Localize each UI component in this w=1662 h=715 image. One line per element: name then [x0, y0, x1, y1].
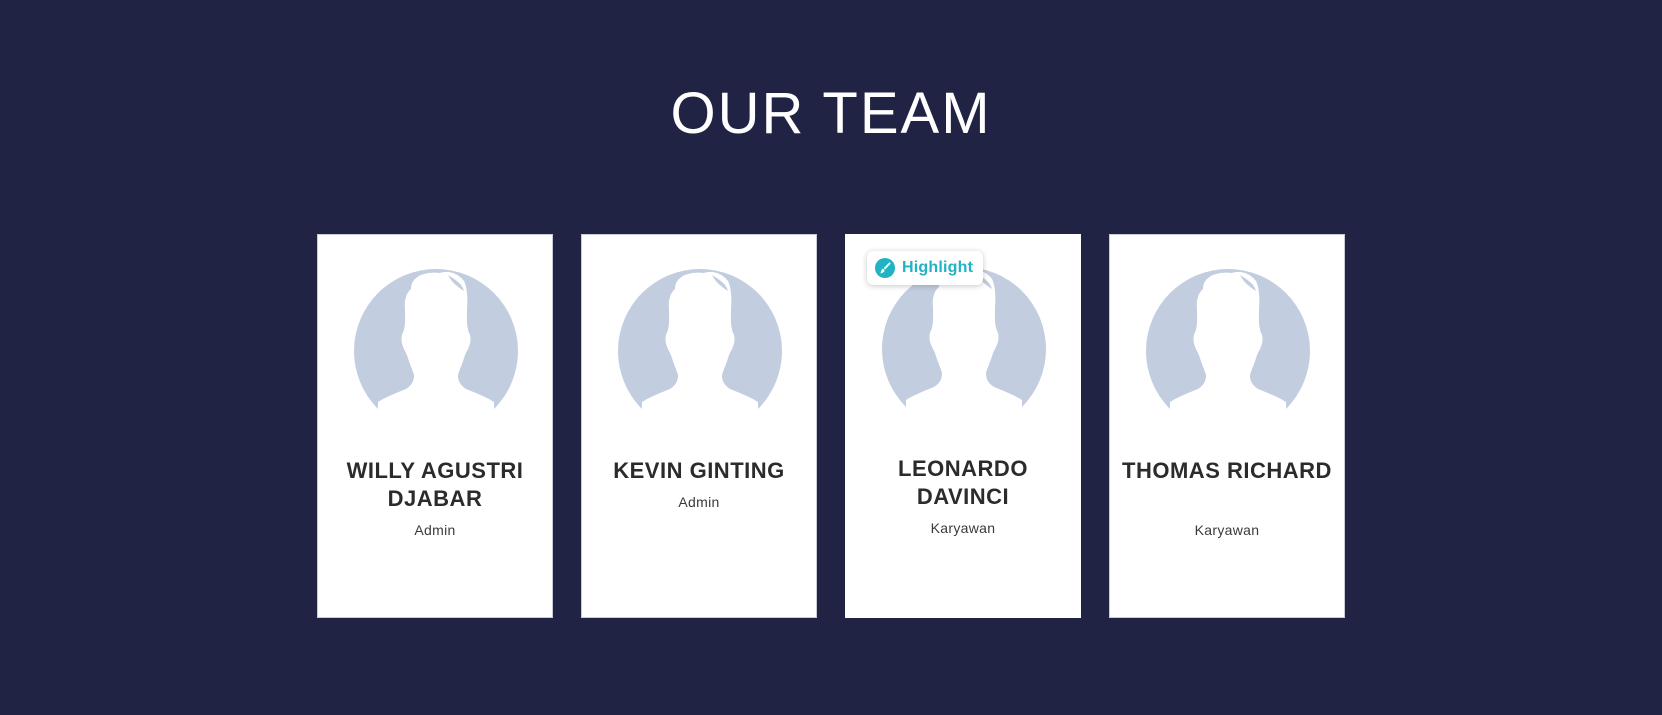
member-role: Admin [414, 522, 456, 538]
member-role: Karyawan [1194, 522, 1260, 538]
member-name: KEVIN GINTING [613, 458, 785, 483]
brush-icon [875, 258, 895, 278]
member-name: THOMAS RICHARD [1122, 458, 1332, 483]
member-role: Karyawan [930, 520, 996, 536]
avatar-placeholder [1146, 269, 1310, 411]
person-silhouette-icon [882, 267, 1046, 409]
team-section: OUR TEAM WILLY AGUSTRI DJABAR Admin KEVI… [0, 0, 1662, 715]
highlight-button[interactable]: Highlight [867, 251, 984, 285]
person-silhouette-icon [618, 269, 782, 411]
person-silhouette-icon [354, 269, 518, 411]
avatar-placeholder [618, 269, 782, 411]
person-silhouette-icon [1146, 269, 1310, 411]
section-title: OUR TEAM [670, 81, 992, 146]
team-card-willy: WILLY AGUSTRI DJABAR Admin [317, 234, 553, 618]
member-role: Admin [678, 494, 720, 510]
team-card-kevin: KEVIN GINTING Admin [581, 234, 817, 618]
team-card-thomas: THOMAS RICHARD Karyawan [1109, 234, 1345, 618]
member-name: LEONARDO DAVINCI [898, 456, 1028, 509]
team-card-leonardo: Highlight LEONARDO DAVINCI Karyawan [845, 234, 1081, 618]
avatar-placeholder [354, 269, 518, 411]
team-grid: WILLY AGUSTRI DJABAR Admin KEVIN GINTING… [317, 234, 1347, 618]
highlight-label: Highlight [902, 259, 974, 276]
member-name: WILLY AGUSTRI DJABAR [346, 458, 524, 511]
avatar-placeholder [882, 267, 1046, 409]
